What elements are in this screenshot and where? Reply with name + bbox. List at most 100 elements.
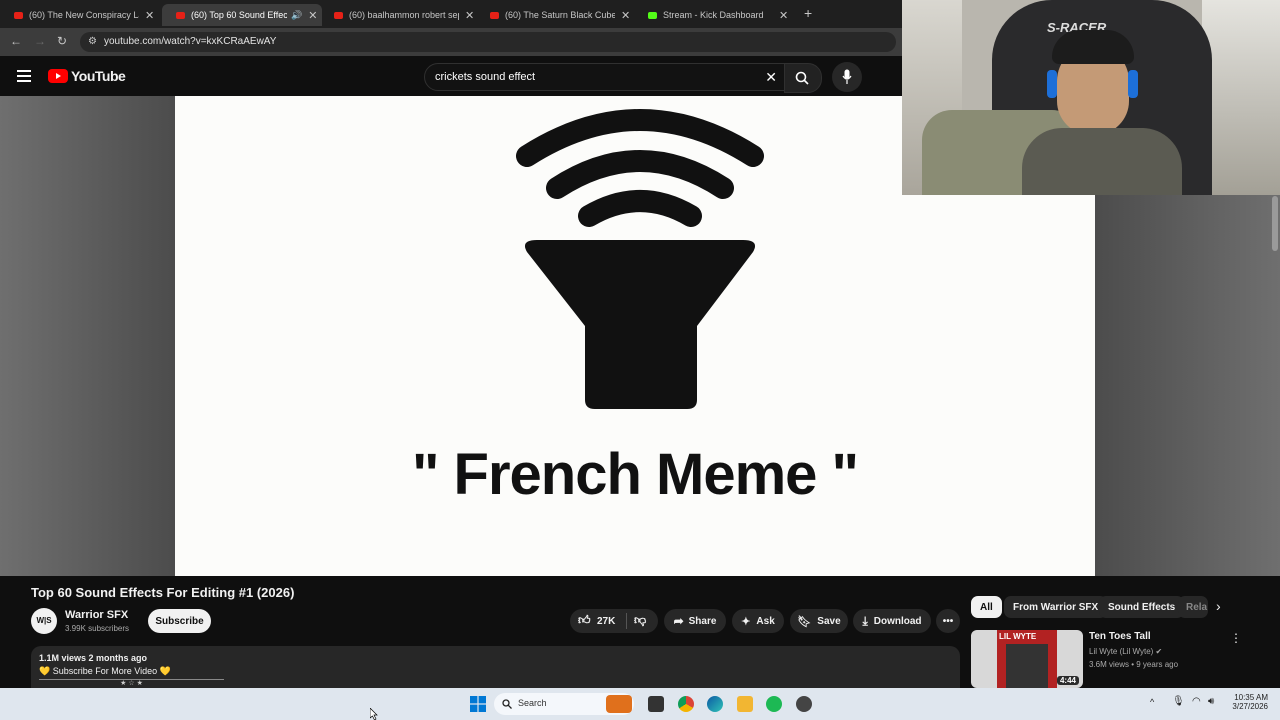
more-actions-icon[interactable]: ••• xyxy=(936,609,960,633)
windows-start-icon[interactable] xyxy=(470,696,486,712)
volume-icon[interactable]: 🔊︎ xyxy=(1208,696,1214,707)
chip-from-warrior-sfx[interactable]: From Warrior SFX xyxy=(1004,596,1108,618)
url-field[interactable]: ⚙ youtube.com/watch?v=kxKCRaAEwAY xyxy=(80,32,896,52)
like-icon[interactable]: 👍︎ xyxy=(578,613,591,628)
verified-icon: ✔ xyxy=(1155,647,1163,656)
share-icon: ➦ xyxy=(673,614,684,628)
clock-date: 3/27/2026 xyxy=(1232,702,1268,711)
bookmark-icon: 🔖︎ xyxy=(797,615,812,628)
recommended-meta: 3.6M views • 9 years ago xyxy=(1089,660,1179,669)
tab-conspiracy[interactable]: (60) The New Conspiracy Landi ✕ xyxy=(0,4,160,26)
thumbnail-text: LIL WYTE xyxy=(999,632,1037,641)
dislike-icon[interactable]: 👎︎ xyxy=(634,613,646,628)
ask-label: Ask xyxy=(756,615,775,627)
person-hair xyxy=(1052,30,1134,64)
close-tab-icon[interactable]: ✕ xyxy=(145,9,154,22)
mic-tray-icon[interactable]: 🎙︎ xyxy=(1172,696,1185,707)
chip-all[interactable]: All xyxy=(971,596,1002,618)
reload-icon[interactable]: ↻ xyxy=(57,34,67,48)
chip-related[interactable]: Rela xyxy=(1178,596,1208,618)
recommended-channel[interactable]: Lil Wyte (Lil Wyte) ✔ xyxy=(1089,647,1162,656)
speaker-icon[interactable]: 🔊 xyxy=(291,10,302,21)
close-tab-icon[interactable]: ✕ xyxy=(465,9,474,22)
tab-saturn-black-cube[interactable]: (60) The Saturn Black Cube Tim ✕ xyxy=(476,4,636,26)
webcam-overlay: S-RACER xyxy=(902,0,1280,195)
folder-icon[interactable] xyxy=(737,696,753,712)
view-stats: 1.1M views 2 months ago xyxy=(39,653,148,663)
tab-title: (60) Top 60 Sound Effects F xyxy=(191,10,287,20)
share-button[interactable]: ➦ Share xyxy=(664,609,726,633)
search-button[interactable] xyxy=(784,63,822,93)
obs-icon[interactable] xyxy=(796,696,812,712)
youtube-favicon-icon xyxy=(334,11,343,19)
youtube-favicon-icon xyxy=(490,11,499,19)
spotify-icon[interactable] xyxy=(766,696,782,712)
youtube-favicon-icon xyxy=(176,11,185,19)
headphone-right xyxy=(1128,70,1138,98)
share-label: Share xyxy=(688,615,717,627)
chrome-icon[interactable] xyxy=(678,696,694,712)
taskbar-search-text: Search xyxy=(518,698,547,708)
like-count[interactable]: 27K xyxy=(597,616,615,627)
kick-favicon-icon xyxy=(648,11,657,19)
kebab-menu-icon[interactable]: ⋮ xyxy=(1230,631,1242,645)
search-highlight-image xyxy=(606,695,632,713)
taskbar-search[interactable]: Search xyxy=(494,693,634,715)
description-line: 💛 Subscribe For More Video 💛 xyxy=(39,666,171,676)
tab-kick-dashboard[interactable]: Stream - Kick Dashboard ✕ xyxy=(634,4,794,26)
chip-sound-effects[interactable]: Sound Effects xyxy=(1099,596,1185,618)
video-caption-text: " French Meme " xyxy=(411,442,859,507)
save-button[interactable]: 🔖︎ Save xyxy=(790,609,848,633)
video-title: Top 60 Sound Effects For Editing #1 (202… xyxy=(31,585,295,600)
forward-icon[interactable]: → xyxy=(34,34,46,48)
watch-metadata: Top 60 Sound Effects For Editing #1 (202… xyxy=(0,576,1280,688)
ask-button[interactable]: ✦ Ask xyxy=(732,609,784,633)
recommended-thumbnail[interactable]: LIL WYTE 4:44 xyxy=(971,630,1083,688)
page-scrollbar-thumb[interactable] xyxy=(1272,196,1278,251)
search-input[interactable]: crickets sound effect ✕ xyxy=(424,63,786,91)
video-duration: 4:44 xyxy=(1056,676,1079,685)
back-icon[interactable]: ← xyxy=(10,34,22,48)
youtube-logo[interactable]: YouTube xyxy=(48,68,126,84)
edge-icon[interactable] xyxy=(707,696,723,712)
microphone-icon xyxy=(842,69,852,84)
close-tab-icon[interactable]: ✕ xyxy=(779,9,788,22)
browser-tab-bar: (60) The New Conspiracy Landi ✕ (60) Top… xyxy=(0,0,902,28)
file-explorer-icon[interactable] xyxy=(648,696,664,712)
wifi-icon[interactable]: ◠ xyxy=(1192,696,1201,707)
taskbar-clock[interactable]: 10:35 AM 3/27/2026 xyxy=(1226,693,1268,711)
channel-avatar[interactable]: W|S xyxy=(31,608,57,634)
video-letterbox-left xyxy=(0,96,175,576)
close-tab-icon[interactable]: ✕ xyxy=(621,9,630,22)
tray-expand-icon[interactable]: ^ xyxy=(1150,697,1154,707)
description-decoration: ★ ☆ ★ xyxy=(39,679,224,688)
site-info-icon[interactable]: ⚙ xyxy=(88,32,97,52)
channel-name[interactable]: Warrior SFX xyxy=(65,609,128,621)
close-tab-icon[interactable]: ✕ xyxy=(308,9,317,22)
download-button[interactable]: ⤓ Download xyxy=(853,609,931,633)
sparkle-icon: ✦ xyxy=(741,615,751,628)
tab-title: (60) baalhammon robert sephe xyxy=(349,10,459,20)
subscribe-button[interactable]: Subscribe xyxy=(148,609,211,633)
tab-baalhammon[interactable]: (60) baalhammon robert sephe ✕ xyxy=(320,4,480,26)
description-box[interactable]: 1.1M views 2 months ago 💛 Subscribe For … xyxy=(31,646,960,688)
tab-title: (60) The Saturn Black Cube Tim xyxy=(505,10,615,20)
download-icon: ⤓ xyxy=(862,613,868,628)
chevron-right-icon[interactable]: › xyxy=(1216,598,1221,614)
subscriber-count: 3.99K subscribers xyxy=(65,624,130,633)
recommended-title[interactable]: Ten Toes Tall xyxy=(1089,631,1151,642)
youtube-favicon-icon xyxy=(14,11,23,19)
voice-search-button[interactable] xyxy=(832,62,862,92)
save-label: Save xyxy=(817,615,841,627)
url-text: youtube.com/watch?v=kxKCRaAEwAY xyxy=(104,36,277,47)
like-dislike-group: 👍︎ 27K 👎︎ xyxy=(570,609,658,633)
clear-search-icon[interactable]: ✕ xyxy=(765,64,777,90)
address-bar-row: ← → ↻ ⚙ youtube.com/watch?v=kxKCRaAEwAY xyxy=(0,28,902,56)
tab-title: Stream - Kick Dashboard xyxy=(663,10,764,20)
menu-icon[interactable] xyxy=(17,70,31,82)
new-tab-icon[interactable]: + xyxy=(804,5,812,21)
tab-top60-sound-effects[interactable]: (60) Top 60 Sound Effects F 🔊 ✕ xyxy=(162,4,322,26)
mouse-cursor-icon xyxy=(370,708,378,720)
windows-taskbar: Search ^ 🎙︎ ◠ 🔊︎ 10:35 AM 3/27/2026 xyxy=(0,688,1280,720)
tab-title: (60) The New Conspiracy Landi xyxy=(29,10,139,20)
